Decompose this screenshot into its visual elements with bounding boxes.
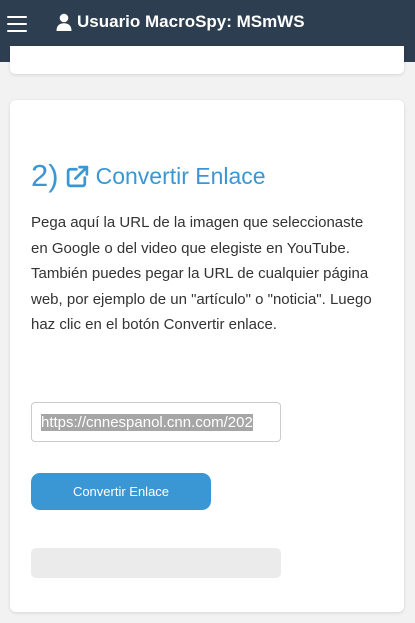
- convert-link-card: 2) Convertir Enlace Pega aquí la URL de …: [10, 100, 404, 612]
- user-title-text: Usuario MacroSpy: MSmWS: [77, 12, 305, 31]
- external-link-icon: [66, 165, 88, 187]
- hamburger-menu-icon[interactable]: [7, 13, 27, 33]
- result-output: [31, 548, 281, 578]
- user-header: Usuario MacroSpy: MSmWS: [56, 11, 305, 33]
- section-title: Convertir Enlace: [95, 163, 266, 189]
- section-heading: 2) Convertir Enlace: [31, 158, 266, 194]
- convert-link-button[interactable]: Convertir Enlace: [31, 473, 211, 510]
- instructions-text: Pega aquí la URL de la imagen que selecc…: [31, 214, 372, 334]
- previous-section-card: [10, 46, 404, 74]
- url-input[interactable]: [31, 402, 281, 442]
- user-icon: [56, 13, 72, 31]
- section-number: 2): [31, 158, 59, 193]
